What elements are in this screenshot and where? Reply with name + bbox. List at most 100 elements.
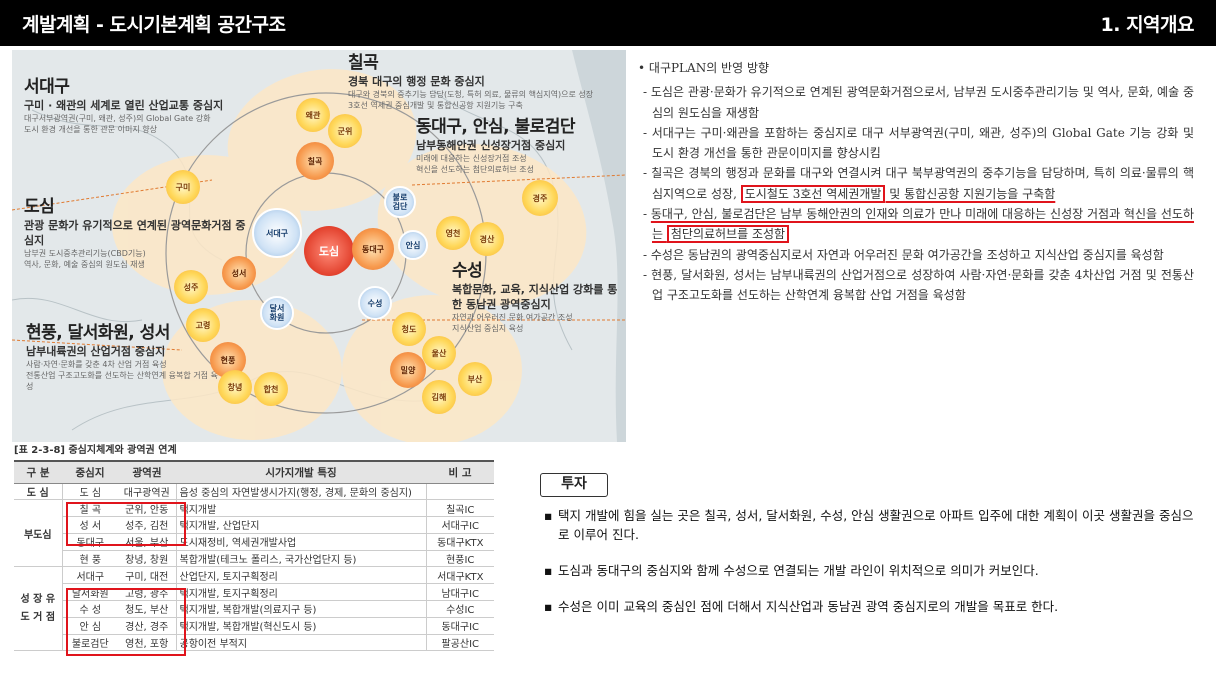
map-node: 고령 [186,308,220,342]
table-cell: 택지개발, 복합개발(혁신도시 등) [175,617,427,635]
table-cell: 팔공산IC [426,634,494,652]
table-cell: 현풍IC [426,550,494,568]
table-cell: 택지개발, 복합개발(의료지구 등) [175,600,427,618]
map-node-dalseo: 달서 화원 [260,296,294,330]
area-note: 자연과 어우러진 문화 여가공간 조성 [452,313,573,322]
plan-item: - 도심은 관광·문화가 유기적으로 연계된 광역문화거점으로서, 남부권 도시… [643,85,1195,120]
area-suseong: 수성 복합문화, 교육, 지식산업 강화를 통한 동남권 광역중심지 자연과 어… [452,260,624,334]
table-cell: 택지개발, 산업단지 [175,516,427,534]
investment-bullet: ▪ 택지 개발에 힘을 실는 곳은 칠곡, 성서, 달서화원, 수성, 안심 생… [544,506,1199,544]
plan-item-text: 서대구는 구미·왜관을 포함하는 중심지로 대구 서부광역권(구미, 왜관, 성… [651,125,1194,161]
table-cell: 칠곡IC [426,499,494,518]
table-cell: 도 심 [62,483,118,501]
area-note: 혁신을 선도하는 첨단의료허브 조성 [416,165,535,174]
area-title: 동대구, 안심, 불로검단 [416,117,576,137]
spatial-structure-map: 서대구 구미 · 왜관의 세계로 열린 산업교통 중심지 대구서부광역권(구미,… [12,50,626,442]
area-note: 역사, 문화, 예술 중심의 원도심 재생 [24,260,145,269]
table-cell: 택지개발 [175,499,427,518]
table-header-row: 구 분 중심지 광역권 시가지개발 특징 비 고 [14,460,494,484]
area-subtitle: 남부동해안권 신성장거점 중심지 [416,139,566,152]
map-node: 영천 [436,216,470,250]
table-cell: 수성IC [426,600,494,618]
area-note: 도시 환경 개선을 통한 관문 이미지 향상 [24,125,158,134]
table-cell: 구미, 대전 [118,566,176,585]
page-title: 계발계획 - 도시기본계획 공간구조 [22,13,286,36]
table-cell: 남대구IC [426,583,494,602]
area-note: 3호선 역세권 중심개발 및 통합신공항 지원기능 구축 [348,101,523,110]
map-node: 구미 [166,170,200,204]
table-cell: 동대구IC [426,617,494,635]
table-cell: 도시재정비, 역세권개발사업 [175,533,427,551]
investment-bullet: ▪ 수성은 이미 교육의 중심인 점에 더해서 지식산업과 동남권 광역 중심지… [544,597,1199,616]
map-node-suseong: 수성 [358,286,392,320]
area-note: 지식산업 중심지 육성 [452,324,524,333]
table-caption: [표 2-3-8] 중심지체계와 광역권 연계 [14,445,177,456]
area-title: 도심 [24,197,55,217]
area-note: 미래에 대응하는 신성장거점 조성 [416,154,527,163]
map-node: 밀양 [390,352,426,388]
investment-bullet: ▪ 도심과 동대구의 중심지와 함께 수성으로 연결되는 개발 라인이 위치적으… [544,561,1199,580]
table-cell: 음성 중심의 자연발생시가지(행정, 경제, 문화의 중심지) [175,483,427,501]
plan-item-text: 수성은 동남권의 광역중심지로서 자연과 어우러진 문화 여가공간을 조성하고 … [650,247,1164,262]
bullet-text: 택지 개발에 힘을 실는 곳은 칠곡, 성서, 달서화원, 수성, 안심 생활권… [558,508,1194,542]
area-title: 칠곡 [348,53,379,73]
highlighted-text: 첨단의료허브를 조성함 [666,225,790,244]
area-note: 남부권 도시중추관리기능(CBD기능) [24,249,146,258]
area-subtitle: 경북 대구의 행정 문화 중심지 [348,75,485,88]
bullet-icon: ▪ [544,563,553,578]
section-title: 1. 지역개요 [1100,13,1195,36]
bullet-icon: ▪ [544,508,553,523]
table-cell: 서대구KTX [426,566,494,585]
bullet-icon: ▪ [544,599,553,614]
table-cell: 공항이전 부적지 [175,634,427,652]
plan-item: - 현풍, 달서화원, 성서는 남부내륙권의 산업거점으로 성장하여 사람·자연… [643,267,1194,303]
plan-item-text: 현풍, 달서화원, 성서는 남부내륙권의 산업거점으로 성장하여 사람·자연·문… [651,267,1194,303]
map-node: 경산 [470,222,504,256]
highlight-box-upper [66,502,186,546]
table-cell: 산업단지, 토지구획정리 [175,566,427,585]
map-node: 창녕 [218,370,252,404]
area-note: 전통산업 구조고도화를 선도하는 산학연계 융복합 거점 육성 [26,371,218,391]
table-row: 현 풍 창녕, 창원 복합개발(테크노 폴리스, 국가산업단지 등) 현풍IC [14,550,494,568]
table-cell [426,483,494,501]
table-row: 도 심 도 심 대구광역권 음성 중심의 자연발생시가지(행정, 경제, 문화의… [14,483,494,501]
area-note: 사람·자연·문화를 갖춘 4차 산업 거점 육성 [26,360,167,369]
area-subtitle: 복합문화, 교육, 지식산업 강화를 통한 동남권 광역중심지 [452,283,618,311]
map-node: 왜관 [296,98,330,132]
table-header: 광역권 [118,460,176,484]
page-header: 계발계획 - 도시기본계획 공간구조 1. 지역개요 [0,0,1216,46]
map-node-ansim: 안심 [398,230,428,260]
bullet-text: 수성은 이미 교육의 중심인 점에 더해서 지식산업과 동남권 광역 중심지로의… [558,599,1059,614]
plan-direction-panel: • 대구PLAN의 반영 방향 - 도심은 관광·문화가 유기적으로 연계된 광… [638,58,1194,306]
area-dosim: 도심 관광 문화가 유기적으로 연계된 광역문화거점 중심지 남부권 도시중추관… [24,196,250,270]
map-node-center: 도심 [304,226,354,276]
group-label: 성 장 유 도 거 점 [14,566,63,652]
area-dongdaegu: 동대구, 안심, 불로검단 남부동해안권 신성장거점 중심지 미래에 대응하는 … [416,116,621,175]
table-cell: 서대구 [62,566,118,585]
plan-item: - 칠곡은 경북의 행정과 문화를 대구와 연결시켜 대구 북부광역권의 중추기… [643,166,1195,203]
map-node: 김해 [422,380,456,414]
table-header: 시가지개발 특징 [176,460,426,484]
plan-heading: • 대구PLAN의 반영 방향 [638,61,770,75]
map-node: 경주 [522,180,558,216]
plan-item-text: 도심은 관광·문화가 유기적으로 연계된 광역문화거점으로서, 남부권 도시중추… [650,85,1195,120]
area-seodaegu: 서대구 구미 · 왜관의 세계로 열린 산업교통 중심지 대구서부광역권(구미,… [24,76,254,135]
table-row: 성 장 유 도 거 점 서대구 구미, 대전 산업단지, 토지구획정리 서대구K… [14,566,494,652]
bullet-text: 도심과 동대구의 중심지와 함께 수성으로 연결되는 개발 라인이 위치적으로 … [558,563,1039,578]
map-node-dongdaegu: 동대구 [352,228,394,270]
map-node: 부산 [458,362,492,396]
table-cell: 서대구IC [426,516,494,534]
area-note: 대구서부광역권(구미, 왜관, 성주)의 Global Gate 강화 [24,114,211,123]
highlight-box-lower [66,588,186,656]
plan-item: - 서대구는 구미·왜관을 포함하는 중심지로 대구 서부광역권(구미, 왜관,… [643,125,1194,161]
map-node: 군위 [328,114,362,148]
table-cell: 현 풍 [62,550,118,568]
area-subtitle: 관광 문화가 유기적으로 연계된 광역문화거점 중심지 [24,219,246,247]
table-cell: 복합개발(테크노 폴리스, 국가산업단지 등) [175,550,427,568]
table-header: 구 분 [14,460,62,484]
map-node-seodaegu: 서대구 [252,208,302,258]
map-node-bulro: 불로 검단 [384,186,416,218]
table-header: 비 고 [426,460,494,484]
highlighted-text: 도시철도 3호선 역세권개발 [740,184,886,203]
map-node: 합천 [254,372,288,406]
